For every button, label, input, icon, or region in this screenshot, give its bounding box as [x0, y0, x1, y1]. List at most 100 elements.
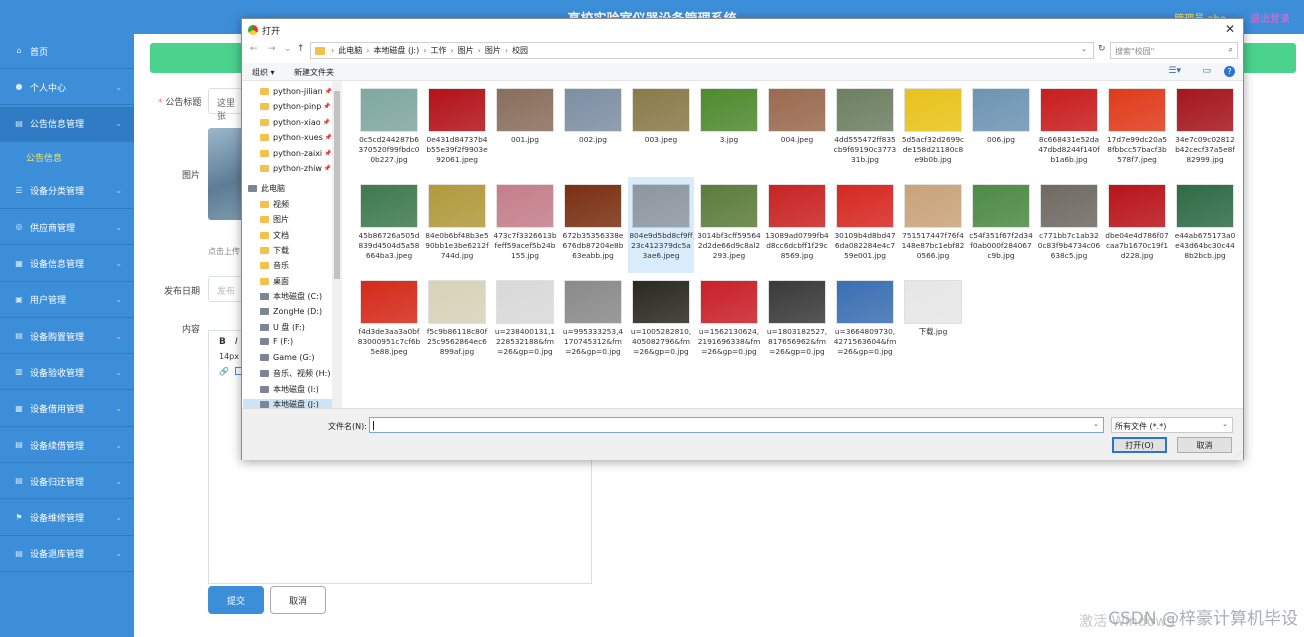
- chevron-right-icon[interactable]: ›: [366, 46, 369, 55]
- file-type-select[interactable]: 所有文件 (*.*) ⌄: [1111, 417, 1233, 433]
- nav-item[interactable]: 图片: [260, 214, 289, 225]
- file-item[interactable]: 473c7f3326613bfeff59acef5b24b155.jpg: [492, 177, 558, 273]
- filename-dropdown-icon[interactable]: ⌄: [1093, 420, 1099, 428]
- title-input[interactable]: 这里张: [208, 88, 244, 122]
- nav-item[interactable]: 本地磁盘 (J:): [243, 399, 335, 408]
- sidebar-item-2[interactable]: ▤ 公告信息管理 ⌄: [0, 106, 134, 142]
- nav-item[interactable]: python-xues 📌: [260, 133, 332, 142]
- address-dropdown-icon[interactable]: ⌄: [1081, 45, 1087, 53]
- file-item[interactable]: 5d5acf32d2699cde158d21180c8e9b0b.jpg: [900, 81, 966, 177]
- nav-scrollbar-thumb[interactable]: [334, 91, 340, 279]
- nav-item[interactable]: python-pinp 📌: [260, 102, 331, 111]
- file-item[interactable]: u=3664809730,4271563604&fm=26&gp=0.jpg: [832, 273, 898, 369]
- sidebar-item-7[interactable]: ▤ 设备购置管理 ⌄: [0, 319, 134, 355]
- file-item[interactable]: 3014bf3cff59564 2d2de66d9c8al2293.jpeg: [696, 177, 762, 273]
- file-item[interactable]: u=995333253,4170745312&fm=26&gp=0.jpg: [560, 273, 626, 369]
- help-icon[interactable]: ?: [1224, 66, 1235, 77]
- chevron-right-icon[interactable]: ›: [331, 46, 334, 55]
- file-item[interactable]: 30109b4d8bd476da082284e4c759e001.jpg: [832, 177, 898, 273]
- file-item[interactable]: 0c5cd244287b6370520f99fbdc00b227.jpg: [356, 81, 422, 177]
- file-item[interactable]: c54f351f67f2d34f0ab000f284067c9b.jpg: [968, 177, 1034, 273]
- italic-button[interactable]: I: [235, 337, 238, 347]
- view-options-icon[interactable]: ☰▾: [1168, 66, 1181, 76]
- logout-link[interactable]: 退出登录: [1250, 10, 1290, 25]
- nav-item[interactable]: 文档: [260, 230, 289, 241]
- sidebar-item-1[interactable]: ● 个人中心 ⌄: [0, 70, 134, 106]
- breadcrumb-item[interactable]: 本地磁盘 (J:): [373, 45, 419, 56]
- file-item[interactable]: 8c668431e52da47dbd8244f140fb1a6b.jpg: [1036, 81, 1102, 177]
- address-bar[interactable]: › 此电脑 › 本地磁盘 (J:) › 工作 › 图片 › 图片 › 校园 ⌄: [310, 42, 1094, 59]
- chevron-right-icon[interactable]: ›: [505, 46, 508, 55]
- sidebar-item-11[interactable]: ▤ 设备归还管理 ⌄: [0, 464, 134, 500]
- file-item[interactable]: 13089ad0799fb4d8cc6dcbff1f29c8569.jpg: [764, 177, 830, 273]
- recent-dropdown-icon[interactable]: ⌄: [284, 44, 292, 54]
- file-item[interactable]: 下载.jpg: [900, 273, 966, 369]
- file-item[interactable]: 004.jpeg: [764, 81, 830, 177]
- file-item[interactable]: u=1005282810,405082796&fm=26&gp=0.jpg: [628, 273, 694, 369]
- breadcrumb-item[interactable]: 图片: [458, 45, 474, 56]
- sidebar-item-9[interactable]: ▦ 设备借用管理 ⌄: [0, 392, 134, 427]
- nav-item[interactable]: F (F:): [260, 337, 293, 346]
- nav-item[interactable]: 音乐、视频 (H:): [260, 368, 331, 379]
- nav-item[interactable]: U 盘 (F:): [260, 322, 305, 333]
- chevron-right-icon[interactable]: ›: [478, 46, 481, 55]
- sidebar-item-13[interactable]: ▤ 设备退库管理 ⌄: [0, 537, 134, 572]
- file-item[interactable]: 672b35356338e676db87204e8b63eabb.jpg: [560, 177, 626, 273]
- file-item[interactable]: 002.jpg: [560, 81, 626, 177]
- nav-item[interactable]: 音乐: [260, 260, 289, 271]
- organize-menu[interactable]: 组织 ▾: [252, 67, 275, 78]
- nav-item[interactable]: 本地磁盘 (C:): [260, 291, 322, 302]
- cancel-button[interactable]: 取消: [270, 586, 326, 614]
- sidebar-item-4[interactable]: ◎ 供应商管理 ⌄: [0, 210, 134, 246]
- new-folder-button[interactable]: 新建文件夹: [294, 67, 334, 78]
- file-item[interactable]: u=1562130624,2191696338&fm=26&gp=0.jpg: [696, 273, 762, 369]
- file-item[interactable]: 4dd555472ff835cb9f69190c377331b.jpg: [832, 81, 898, 177]
- date-input[interactable]: 发布: [208, 276, 244, 302]
- breadcrumb-item[interactable]: 工作: [430, 45, 446, 56]
- nav-item[interactable]: python-jilian 📌: [260, 87, 332, 96]
- nav-item[interactable]: python-zaixi 📌: [260, 149, 332, 158]
- file-item[interactable]: 84e0b6bf48b3e590bb1e3be6212f744d.jpg: [424, 177, 490, 273]
- sidebar-item-12[interactable]: ⚑ 设备维修管理 ⌄: [0, 501, 134, 536]
- nav-item[interactable]: 桌面: [260, 276, 289, 287]
- close-icon[interactable]: ✕: [1225, 22, 1235, 36]
- file-type-dropdown-icon[interactable]: ⌄: [1222, 420, 1228, 428]
- file-item[interactable]: 006.jpg: [968, 81, 1034, 177]
- dialog-cancel-button[interactable]: 取消: [1177, 437, 1232, 453]
- nav-item[interactable]: python-xiao 📌: [260, 118, 330, 127]
- nav-item[interactable]: ZongHe (D:): [260, 307, 322, 316]
- file-item[interactable]: f5c9b86118c80f25c9562864ec6899af.jpg: [424, 273, 490, 369]
- file-item[interactable]: 0e431d84737b4b55e39f2f9903e92061.jpeg: [424, 81, 490, 177]
- link-icon[interactable]: 🔗: [219, 367, 229, 376]
- nav-item[interactable]: python-zhiw 📌: [260, 164, 331, 173]
- refresh-icon[interactable]: ↻: [1098, 44, 1106, 54]
- file-item[interactable]: 34e7c09c02812b42cecf37a5e8f82999.jpg: [1172, 81, 1238, 177]
- nav-item[interactable]: 下载: [260, 245, 289, 256]
- nav-item[interactable]: 视频: [260, 199, 289, 210]
- file-item[interactable]: e44ab675173a0e43d64bc30c448b2bcb.jpg: [1172, 177, 1238, 273]
- file-item[interactable]: dbe04e4d786f07caa7b1670c19f1d228.jpg: [1104, 177, 1170, 273]
- upload-hint[interactable]: 点击上传: [208, 246, 240, 257]
- filename-input[interactable]: ⌄: [369, 417, 1104, 433]
- file-item[interactable]: 804e9d5bd8cf9ff23c412379dc5a3ae6.jpeg: [628, 177, 694, 273]
- sidebar-item-0[interactable]: ⌂ 首页: [0, 34, 134, 69]
- dialog-titlebar[interactable]: 打开 ✕: [242, 19, 1243, 41]
- breadcrumb-item[interactable]: 图片: [485, 45, 501, 56]
- file-item[interactable]: 3.jpg: [696, 81, 762, 177]
- file-item[interactable]: 001.jpg: [492, 81, 558, 177]
- search-input[interactable]: 搜索"校园": [1110, 42, 1238, 59]
- file-item[interactable]: 751517447f76f4148e87bc1ebf820566.jpg: [900, 177, 966, 273]
- file-item[interactable]: 17d7e99dc20a58fbbcc57bacf3b578f7.jpeg: [1104, 81, 1170, 177]
- sidebar-item-6[interactable]: ▣ 用户管理 ⌄: [0, 283, 134, 318]
- forward-arrow-icon[interactable]: →: [268, 44, 276, 54]
- sidebar-item-5[interactable]: ▦ 设备信息管理 ⌄: [0, 247, 134, 282]
- submit-button[interactable]: 提交: [208, 586, 264, 614]
- bold-button[interactable]: B: [219, 337, 226, 347]
- sidebar-item-8[interactable]: ▥ 设备验收管理 ⌄: [0, 355, 134, 391]
- file-item[interactable]: 45b86726a505d839d4504d5a58664ba3.jpeg: [356, 177, 422, 273]
- resize-grip-icon[interactable]: ⋰: [1235, 451, 1241, 458]
- open-button[interactable]: 打开(O): [1112, 437, 1167, 453]
- breadcrumb-item[interactable]: 校园: [512, 45, 528, 56]
- back-arrow-icon[interactable]: ←: [250, 44, 258, 54]
- preview-pane-icon[interactable]: ▭: [1202, 66, 1211, 76]
